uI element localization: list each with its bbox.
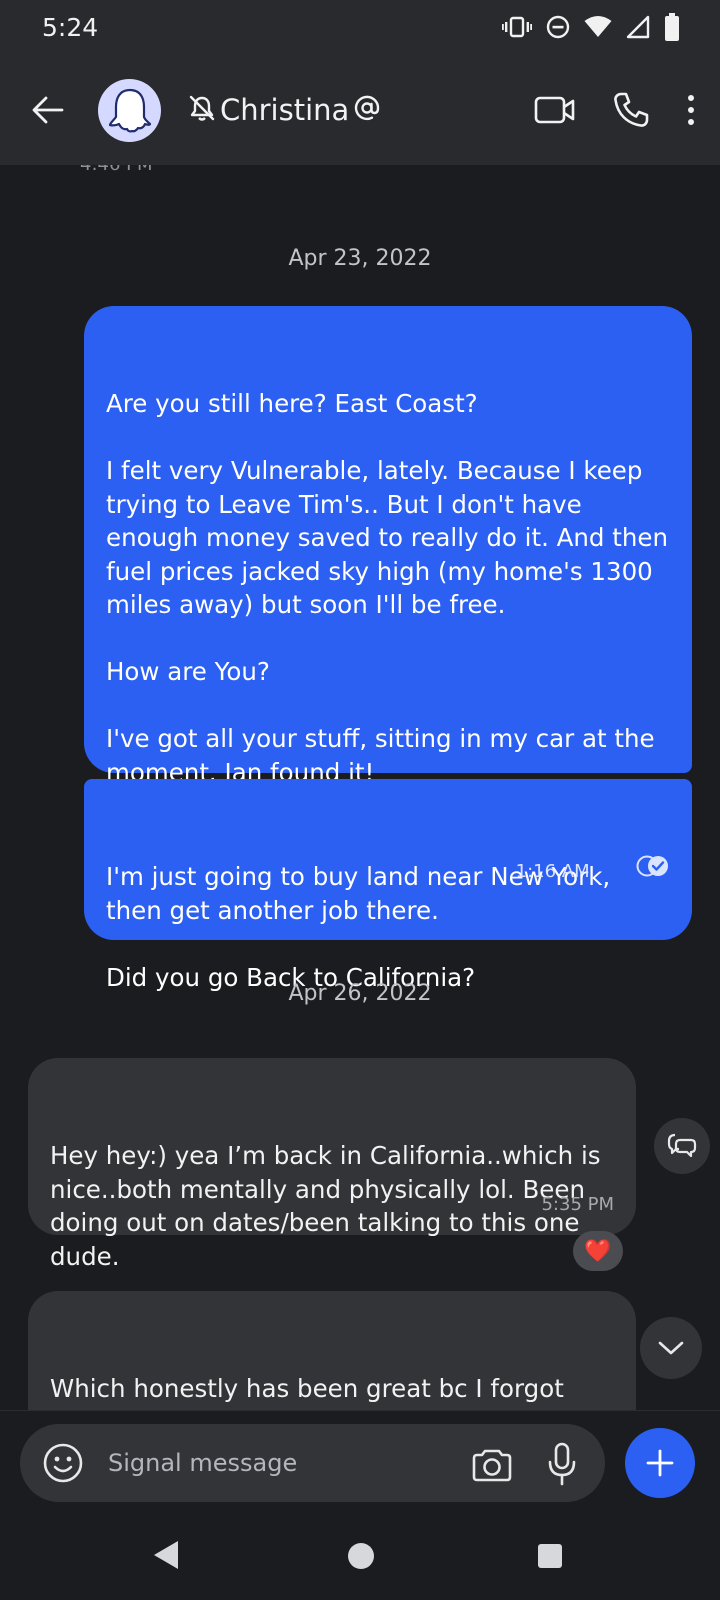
ghost-avatar-icon [108, 88, 151, 132]
message-text: Are you still here? East Coast? I felt v… [106, 389, 669, 787]
scroll-to-bottom-button[interactable] [640, 1317, 702, 1379]
triangle-back-icon [154, 1541, 178, 1569]
more-options-button[interactable] [686, 94, 696, 126]
date-separator: Apr 26, 2022 [288, 981, 432, 1006]
message-text: Hey hey:) yea I’m back in California..wh… [50, 1141, 609, 1271]
reply-chat-icon [667, 1133, 697, 1158]
message-input[interactable] [108, 1444, 438, 1482]
attach-button[interactable] [625, 1428, 695, 1498]
message-timestamp: 1:16 AM [515, 861, 590, 882]
at-sign-icon [353, 94, 381, 127]
heart-reaction: ❤️ [584, 1238, 612, 1263]
contact-name: Christina [220, 93, 350, 127]
outgoing-message[interactable]: I'm just going to buy land near New York… [84, 779, 692, 992]
more-vert-icon [688, 95, 694, 125]
camera-icon [472, 1449, 512, 1482]
reply-button[interactable] [654, 1118, 710, 1174]
chevron-down-icon [658, 1341, 684, 1355]
outgoing-message[interactable]: Are you still here? East Coast? I felt v… [84, 306, 692, 787]
battery-icon [664, 13, 680, 41]
plus-icon [646, 1449, 674, 1477]
phone-icon [614, 92, 649, 127]
date-separator: Apr 23, 2022 [288, 246, 432, 271]
message-meta: 5:35 PM [541, 1188, 614, 1222]
nav-back-button[interactable] [152, 1539, 180, 1576]
wifi-icon [584, 16, 612, 38]
emoji-button[interactable] [40, 1440, 86, 1486]
camera-button[interactable] [470, 1442, 514, 1486]
contact-title[interactable]: Christina [188, 90, 381, 130]
microphone-icon [548, 1442, 576, 1486]
back-button[interactable] [26, 88, 70, 132]
message-meta: 1:16 AM [516, 822, 670, 923]
video-call-button[interactable] [534, 94, 576, 126]
video-call-icon [534, 96, 575, 124]
reaction-badge[interactable]: ❤️ [573, 1231, 623, 1271]
signal-icon [626, 15, 650, 39]
read-receipt-icon [602, 822, 670, 923]
avatar[interactable] [98, 79, 161, 142]
do-not-disturb-icon [546, 15, 570, 39]
vibrate-icon [502, 16, 532, 38]
nav-home-button[interactable] [348, 1543, 374, 1569]
status-time: 5:24 [42, 13, 99, 42]
voice-note-button[interactable] [540, 1440, 584, 1488]
bell-muted-icon [188, 94, 216, 127]
back-arrow-icon [32, 96, 64, 124]
message-timestamp: 5:35 PM [541, 1193, 614, 1215]
emoji-icon [43, 1443, 83, 1483]
status-icons [502, 10, 680, 44]
header-actions [534, 88, 696, 132]
incoming-message[interactable]: Hey hey:) yea I’m back in California..wh… [28, 1058, 636, 1271]
voice-call-button[interactable] [612, 91, 650, 129]
nav-recents-button[interactable] [538, 1544, 562, 1568]
navigation-bar [0, 1515, 720, 1600]
